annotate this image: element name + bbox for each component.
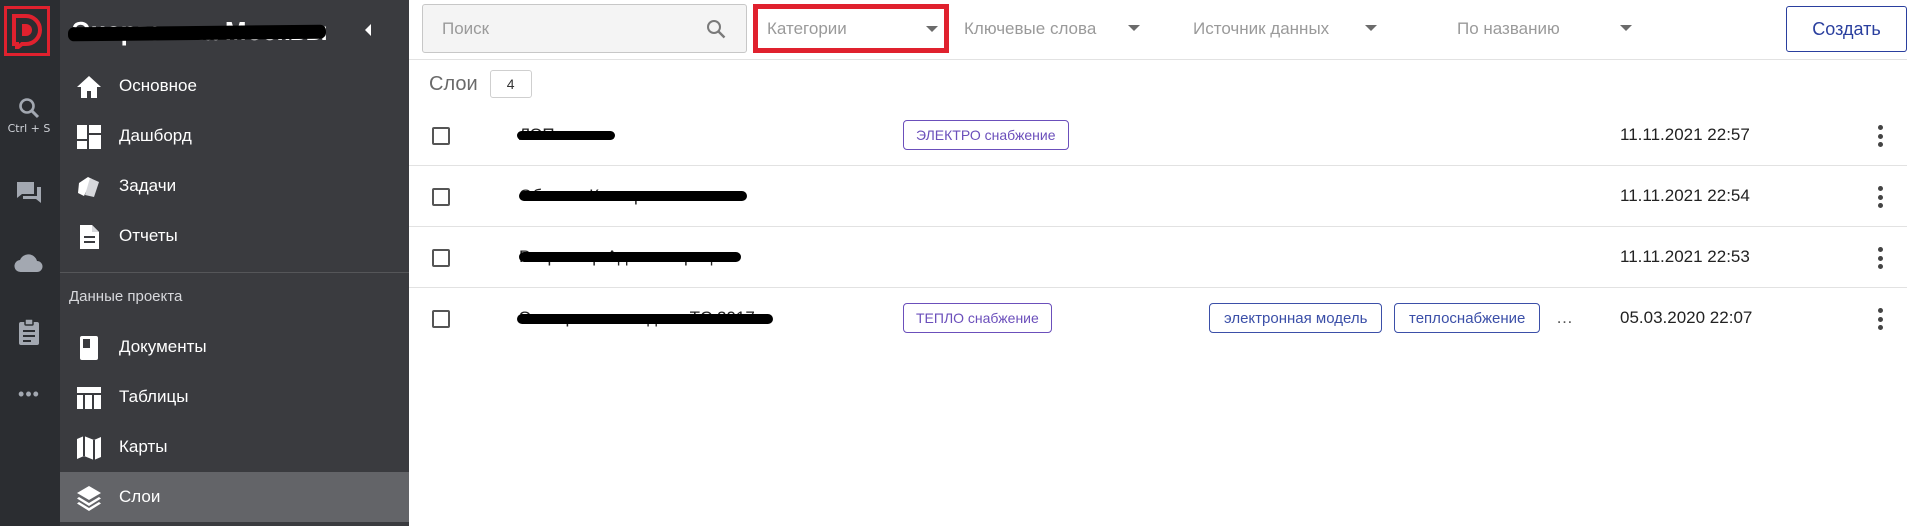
- search-box: [422, 4, 747, 53]
- map-icon: [77, 436, 101, 460]
- row-checkbox[interactable]: [432, 188, 450, 206]
- collapse-sidebar-button[interactable]: [358, 20, 378, 40]
- row-menu-icon[interactable]: [1873, 306, 1887, 332]
- redaction-mark: [519, 252, 741, 262]
- chevron-down-icon: [1620, 25, 1632, 31]
- search-shortcut-hint: Ctrl + S: [7, 122, 51, 135]
- table-row[interactable]: Росреестр Администрации 11.11.2021 22:53: [409, 227, 1907, 288]
- sidebar-divider: [60, 272, 409, 273]
- dashboard-icon: [77, 125, 101, 149]
- search-input[interactable]: [423, 5, 703, 52]
- category-filter-label: Категории: [767, 18, 847, 38]
- keywords-filter-label: Ключевые слова: [964, 18, 1097, 38]
- row-checkbox[interactable]: [432, 310, 450, 328]
- layers-icon: [77, 486, 101, 511]
- create-button[interactable]: Создать: [1786, 6, 1907, 52]
- sidebar-header: Энергетика Москвы: [60, 0, 409, 60]
- sidebar-item-documents[interactable]: Документы: [60, 322, 409, 372]
- keyword-chip[interactable]: электронная модель: [1209, 303, 1383, 333]
- chevron-left-icon: [365, 24, 371, 36]
- search-icon[interactable]: [706, 19, 726, 39]
- redaction-mark: [517, 131, 615, 140]
- table-row[interactable]: ОбъектыКапстроительства 11.11.2021 22:54: [409, 166, 1907, 227]
- keywords-filter-dropdown[interactable]: Ключевые слова: [964, 4, 1144, 53]
- document-icon: [80, 336, 98, 360]
- sidebar-item-label: Отчеты: [119, 226, 178, 245]
- sidebar-item-tables[interactable]: Таблицы: [60, 372, 409, 422]
- icon-rail: Ctrl + S •••: [0, 0, 60, 526]
- sidebar-item-label: Слои: [119, 487, 161, 506]
- redaction-mark: [517, 314, 773, 324]
- chevron-down-icon: [1128, 25, 1140, 31]
- chevron-down-icon: [1365, 25, 1377, 31]
- more-keywords-indicator[interactable]: …: [1556, 308, 1573, 328]
- sidebar-item-label: Дашборд: [119, 126, 192, 145]
- table-icon: [77, 387, 101, 409]
- sidebar-item-tasks[interactable]: Задачи: [60, 161, 409, 211]
- chat-rail-button[interactable]: [0, 180, 58, 206]
- row-checkbox[interactable]: [432, 249, 450, 267]
- sidebar: Энергетика Москвы Основное Дашборд Задач…: [60, 0, 409, 526]
- sidebar-item-label: Карты: [119, 437, 168, 456]
- table-row[interactable]: ЛЭП линии ЭЛЕКТРО снабжение 11.11.2021 2…: [409, 105, 1907, 166]
- layer-date: 11.11.2021 22:53: [1620, 247, 1750, 266]
- sidebar-item-label: Таблицы: [119, 387, 189, 406]
- redaction-mark: [67, 24, 327, 42]
- layer-date: 05.03.2020 22:07: [1620, 308, 1753, 327]
- row-checkbox[interactable]: [432, 127, 450, 145]
- layer-date: 11.11.2021 22:54: [1620, 186, 1750, 205]
- report-icon: [80, 225, 99, 249]
- layer-date: 11.11.2021 22:57: [1620, 125, 1750, 144]
- clipboard-rail-button[interactable]: [0, 318, 58, 346]
- row-menu-icon[interactable]: [1873, 245, 1887, 271]
- clipboard-icon: [19, 318, 39, 345]
- sidebar-item-dashboard[interactable]: Дашборд: [60, 111, 409, 161]
- sidebar-item-reports[interactable]: Отчеты: [60, 211, 409, 261]
- sidebar-item-maps[interactable]: Карты: [60, 422, 409, 472]
- data-source-filter-dropdown[interactable]: Источник данных: [1193, 4, 1383, 53]
- keyword-chip[interactable]: теплоснабжение: [1394, 303, 1541, 333]
- row-menu-icon[interactable]: [1873, 123, 1887, 149]
- row-menu-icon[interactable]: [1873, 184, 1887, 210]
- sidebar-item-main[interactable]: Основное: [60, 61, 409, 111]
- sidebar-section-label: Данные проекта: [69, 288, 183, 305]
- cloud-rail-button[interactable]: [0, 252, 58, 274]
- search-rail-button[interactable]: Ctrl + S: [0, 96, 58, 135]
- category-chip[interactable]: ТЕПЛО снабжение: [903, 303, 1052, 333]
- category-filter-dropdown[interactable]: Категории: [753, 4, 949, 53]
- redaction-mark: [519, 191, 747, 201]
- data-source-filter-label: Источник данных: [1193, 18, 1330, 38]
- category-chip[interactable]: ЭЛЕКТРО снабжение: [903, 120, 1069, 150]
- layers-header: Слои 4: [429, 70, 532, 98]
- chevron-down-icon: [926, 26, 938, 32]
- sort-by-name-label: По названию: [1457, 18, 1560, 38]
- sidebar-item-label: Документы: [119, 337, 207, 356]
- page-title: Слои: [429, 72, 478, 95]
- more-rail-button[interactable]: •••: [0, 384, 58, 405]
- sidebar-item-label: Задачи: [119, 176, 177, 195]
- tasks-icon: [78, 177, 99, 197]
- chat-icon: [17, 182, 41, 203]
- sidebar-item-label: Основное: [119, 76, 197, 95]
- table-row[interactable]: Электронная модель ТС 2017 ТЕПЛО снабжен…: [409, 288, 1907, 349]
- app-logo[interactable]: [4, 6, 50, 56]
- cloud-icon: [14, 254, 43, 273]
- layers-count-badge: 4: [489, 70, 532, 98]
- sidebar-item-layers[interactable]: Слои: [60, 472, 409, 522]
- logo-icon: [12, 14, 42, 49]
- filter-toolbar: Категории Ключевые слова Источник данных…: [409, 0, 1907, 60]
- sort-by-name-dropdown[interactable]: По названию: [1457, 4, 1637, 53]
- main-content: Категории Ключевые слова Источник данных…: [409, 0, 1907, 526]
- home-icon: [77, 76, 101, 98]
- search-icon: [19, 98, 40, 119]
